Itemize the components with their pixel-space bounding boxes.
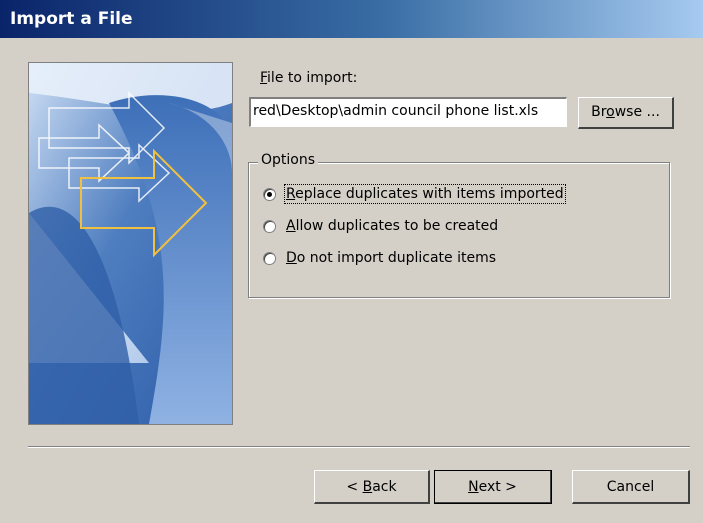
radio-button-icon[interactable]	[263, 219, 276, 233]
window-title: Import a File	[10, 9, 133, 29]
back-button[interactable]: < Back	[314, 470, 430, 504]
import-arrows-graphic-icon	[29, 63, 232, 424]
file-path-value: red\Desktop\admin council phone list.xls	[253, 103, 539, 119]
radio-replace-duplicates-label: Replace duplicates with items imported	[284, 184, 566, 204]
options-legend: Options	[258, 152, 319, 168]
file-path-input[interactable]: red\Desktop\admin council phone list.xls	[249, 97, 567, 127]
radio-replace-duplicates[interactable]: Replace duplicates with items imported	[263, 183, 566, 205]
radio-no-duplicates-label: Do not import duplicate items	[286, 250, 497, 266]
footer-separator	[28, 446, 690, 448]
radio-allow-duplicates-label: Allow duplicates to be created	[286, 218, 499, 234]
wizard-graphic-image	[28, 62, 233, 425]
radio-button-icon[interactable]	[263, 251, 276, 265]
radio-allow-duplicates[interactable]: Allow duplicates to be created	[263, 215, 498, 237]
file-to-import-label: File to import:	[260, 70, 358, 86]
radio-button-icon[interactable]	[263, 187, 276, 201]
title-bar: Import a File	[0, 0, 703, 38]
next-button[interactable]: Next >	[434, 470, 552, 504]
browse-button[interactable]: Browse ...	[578, 97, 674, 129]
cancel-button[interactable]: Cancel	[572, 470, 690, 504]
radio-no-duplicates[interactable]: Do not import duplicate items	[263, 247, 496, 269]
